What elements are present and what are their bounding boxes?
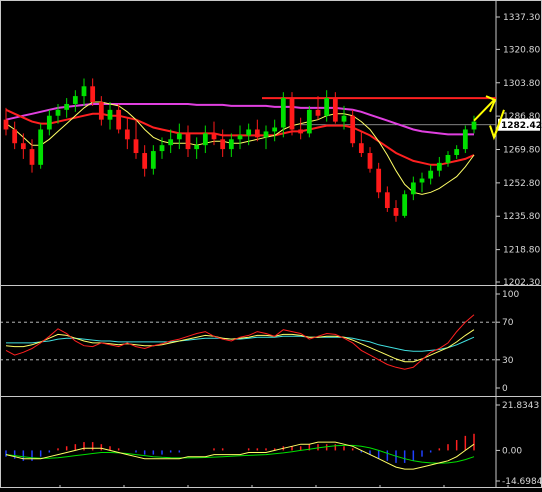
oscillator-tick-label: 70 <box>502 318 514 328</box>
candle-body <box>367 153 373 169</box>
candle-body <box>107 109 113 120</box>
chart-canvas: 1337.301320.801303.801286.801269.801252.… <box>0 0 542 488</box>
candle-body <box>410 182 416 195</box>
candle-body <box>64 103 70 110</box>
candle-body <box>220 139 226 150</box>
macd-panel: 21.8343 0.00 -14.6984 <box>5 401 542 487</box>
candle-body <box>428 170 434 179</box>
candle-body <box>194 145 200 150</box>
price-tick-label: 1218.80 <box>503 246 540 256</box>
oscillator-mid-line <box>5 329 475 363</box>
projection-arrows <box>473 95 505 141</box>
candle-body <box>393 207 399 216</box>
candle-body <box>20 143 26 150</box>
candle-body <box>124 129 130 140</box>
candle-body <box>384 192 390 208</box>
oscillator-tick-label: 0 <box>502 384 508 394</box>
macd-tick-label: 21.8343 <box>502 401 539 411</box>
price-panel: 1337.301320.801303.801286.801269.801252.… <box>3 13 542 288</box>
macd-tick-label: -14.6984 <box>502 477 542 487</box>
candle-body <box>150 151 156 169</box>
macd-tick-label: 0.00 <box>502 446 522 456</box>
candle-body <box>98 101 104 120</box>
price-tick-label: 1303.80 <box>503 79 540 89</box>
candle-body <box>376 168 382 193</box>
candle-body <box>306 109 312 134</box>
panel-frames <box>0 0 542 488</box>
candle-body <box>246 129 252 136</box>
candle-body <box>298 129 304 134</box>
candle-body <box>29 149 35 165</box>
candle-body <box>55 109 61 116</box>
candle-body <box>211 133 217 140</box>
candle-body <box>202 133 208 146</box>
candle-body <box>315 109 321 116</box>
price-tick-label: 1320.80 <box>503 45 540 55</box>
candle-body <box>237 135 243 140</box>
candle-body <box>419 178 425 183</box>
candle-body <box>324 98 330 116</box>
trading-chart: 1337.30 1320.80 1303.80 1286.80 1269.80 1252.… <box>0 0 542 488</box>
candle-body <box>116 109 122 130</box>
price-tick-label: 1202.30 <box>503 278 540 288</box>
candle-body <box>402 194 408 216</box>
candle-body <box>142 153 148 169</box>
candle-body <box>176 133 182 140</box>
candle-body <box>81 86 87 97</box>
candle-body <box>46 115 52 130</box>
candle-body <box>358 143 364 154</box>
candle-body <box>332 98 338 122</box>
candle-body <box>272 127 278 132</box>
candle-body <box>254 129 260 138</box>
price-tick-label: 1252.80 <box>503 179 540 189</box>
candle-body <box>280 98 286 128</box>
outer-frame <box>0 0 542 488</box>
candle-body <box>263 131 269 138</box>
candle-body <box>3 119 9 130</box>
candle-body <box>289 98 295 130</box>
price-tick-label: 1337.30 <box>503 13 540 23</box>
candle-body <box>133 139 139 154</box>
oscillator-panel: 100 70 30 0 <box>0 290 519 394</box>
candle-body <box>350 115 356 144</box>
oscillator-tick-label: 100 <box>502 290 519 300</box>
candle-body <box>185 133 191 150</box>
oscillator-tick-label: 30 <box>502 356 514 366</box>
candle-body <box>445 154 451 163</box>
candle-body <box>38 129 44 165</box>
candle-body <box>454 149 460 155</box>
price-tick-label: 1235.80 <box>503 212 540 222</box>
candle-body <box>471 121 477 130</box>
candle-body <box>436 162 442 171</box>
current-price-label: 1282.42 <box>501 121 542 131</box>
price-tick-label: 1269.80 <box>503 146 540 156</box>
candle-body <box>159 145 165 152</box>
candle-body <box>462 129 468 150</box>
candle-body <box>228 139 234 150</box>
candle-body <box>168 139 174 146</box>
candle-body <box>90 86 96 102</box>
candle-body <box>12 129 18 144</box>
candle-body <box>72 96 78 104</box>
candle-body <box>341 115 347 122</box>
